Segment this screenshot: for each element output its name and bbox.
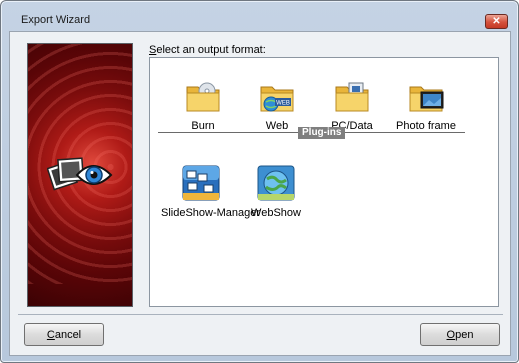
format-item-burn[interactable]: Burn	[163, 78, 243, 132]
format-label-photo-frame: Photo frame	[396, 120, 456, 132]
web-badge: WEB	[276, 101, 290, 107]
title-bar[interactable]: Export Wizard ✕	[1, 1, 518, 31]
format-item-web[interactable]: WEB Web	[237, 78, 317, 132]
slideshow-manager-icon	[182, 165, 220, 201]
export-wizard-window: Export Wizard ✕ Select an output format:…	[0, 0, 519, 363]
folder-disc-icon	[184, 78, 222, 114]
window-title: Export Wizard	[21, 14, 91, 26]
webshow-icon	[257, 165, 295, 201]
close-button[interactable]: ✕	[485, 14, 508, 29]
format-label-burn: Burn	[191, 120, 215, 132]
cancel-label: ancel	[54, 328, 82, 341]
format-item-pc-data[interactable]: PC/Data	[312, 78, 392, 132]
plugin-label-webshow: WebShow	[251, 207, 301, 219]
format-item-photo-frame[interactable]: Photo frame	[386, 78, 466, 132]
close-icon: ✕	[492, 15, 501, 27]
button-bar-divider	[18, 314, 503, 315]
dialog-body: Select an output format: Burn WEB Web PC…	[9, 31, 511, 356]
open-button[interactable]: Open	[420, 323, 500, 346]
photos-eye-icon	[46, 151, 113, 200]
open-label: pen	[455, 328, 474, 341]
cancel-button[interactable]: Cancel	[24, 323, 104, 346]
output-format-list: Burn WEB Web PC/Data Photo frame Plug-in…	[149, 57, 499, 307]
cancel-mnemonic: C	[46, 328, 55, 341]
plugin-item-webshow[interactable]: WebShow	[236, 165, 316, 219]
plugins-heading: Plug-ins	[298, 127, 346, 139]
open-mnemonic: O	[446, 328, 456, 341]
folder-photo-frame-icon	[407, 78, 445, 114]
prompt-text: elect an output format:	[156, 44, 266, 56]
plugin-item-slideshow-manager[interactable]: SlideShow-Manager	[161, 165, 261, 219]
format-prompt-label: Select an output format:	[149, 44, 266, 56]
folder-web-icon: WEB	[258, 78, 296, 114]
plugin-label-slideshow-manager: SlideShow-Manager	[161, 207, 261, 219]
wizard-banner-image	[27, 43, 133, 307]
folder-pc-icon	[333, 78, 371, 114]
